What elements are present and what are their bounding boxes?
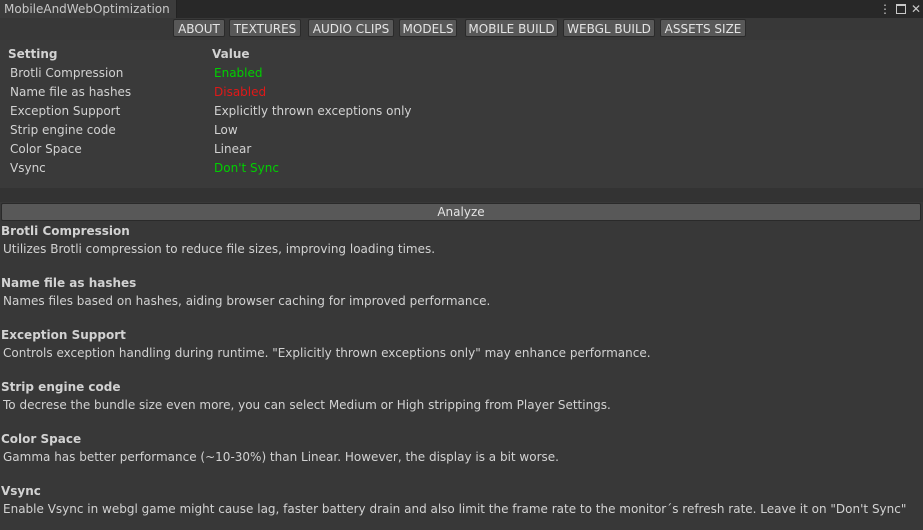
analyze-button[interactable]: Analyze bbox=[1, 203, 921, 221]
setting-value: Explicitly thrown exceptions only bbox=[214, 104, 412, 118]
tab-models[interactable]: MODELS bbox=[399, 19, 457, 37]
description-title: Brotli Compression bbox=[1, 224, 130, 238]
settings-table: Setting Value Brotli Compression Enabled… bbox=[0, 40, 923, 188]
description-text: To decrese the bundle size even more, yo… bbox=[3, 398, 611, 412]
description-text: Controls exception handling during runti… bbox=[3, 346, 651, 360]
tab-toolbar: ABOUT TEXTURES AUDIO CLIPS MODELS MOBILE… bbox=[0, 19, 923, 39]
setting-label: Brotli Compression bbox=[10, 66, 124, 80]
description-title: Vsync bbox=[1, 484, 41, 498]
description-text: Names files based on hashes, aiding brow… bbox=[3, 294, 491, 308]
setting-value: Low bbox=[214, 123, 238, 137]
setting-label: Vsync bbox=[10, 161, 46, 175]
setting-value: Disabled bbox=[214, 85, 267, 99]
maximize-icon[interactable] bbox=[895, 4, 906, 14]
description-title: Exception Support bbox=[1, 328, 126, 342]
description-title: Color Space bbox=[1, 432, 82, 446]
description-title: Name file as hashes bbox=[1, 276, 137, 290]
window-titlebar: MobileAndWebOptimization ⋮ ✕ bbox=[0, 0, 923, 18]
setting-value: Enabled bbox=[214, 66, 263, 80]
description-title: Strip engine code bbox=[1, 380, 121, 394]
column-header-value: Value bbox=[212, 47, 250, 61]
description-text: Gamma has better performance (~10-30%) t… bbox=[3, 450, 559, 464]
tab-mobile-build[interactable]: MOBILE BUILD bbox=[465, 19, 558, 37]
setting-value: Don't Sync bbox=[214, 161, 279, 175]
tab-webgl-build[interactable]: WEBGL BUILD bbox=[563, 19, 655, 37]
window-controls: ⋮ ✕ bbox=[879, 0, 921, 18]
tab-audio-clips[interactable]: AUDIO CLIPS bbox=[308, 19, 394, 37]
setting-label: Color Space bbox=[10, 142, 82, 156]
description-text: Enable Vsync in webgl game might cause l… bbox=[3, 502, 907, 516]
tab-assets-size[interactable]: ASSETS SIZE bbox=[660, 19, 746, 37]
setting-label: Strip engine code bbox=[10, 123, 116, 137]
tab-about[interactable]: ABOUT bbox=[173, 19, 225, 37]
section-divider bbox=[0, 188, 923, 202]
setting-value: Linear bbox=[214, 142, 252, 156]
tab-textures[interactable]: TEXTURES bbox=[229, 19, 301, 37]
window-tab[interactable]: MobileAndWebOptimization bbox=[0, 0, 177, 18]
description-text: Utilizes Brotli compression to reduce fi… bbox=[3, 242, 436, 256]
setting-label: Name file as hashes bbox=[10, 85, 132, 99]
column-header-setting: Setting bbox=[8, 47, 58, 61]
close-icon[interactable]: ✕ bbox=[911, 0, 921, 18]
setting-label: Exception Support bbox=[10, 104, 121, 118]
kebab-menu-icon[interactable]: ⋮ bbox=[879, 0, 891, 18]
